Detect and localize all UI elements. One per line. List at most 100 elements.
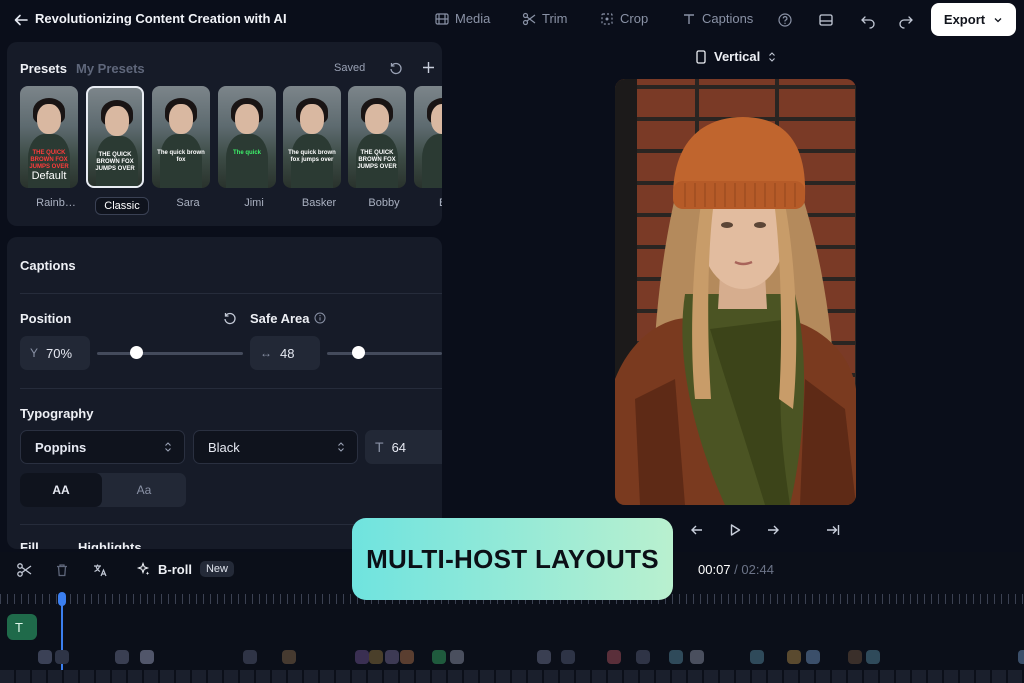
preset-thumbnail[interactable]: THE QUICK BROWN FOX JUMPS OVER [86,86,144,188]
caption-track-label: T [15,619,23,635]
preset-label[interactable]: Jimi [225,197,283,209]
redo-icon[interactable] [897,11,915,29]
previous-icon[interactable] [689,522,705,538]
b-roll-clip-icon[interactable] [282,650,296,664]
preset-thumbnail[interactable] [414,86,442,188]
font-family-select[interactable]: Poppins [20,430,185,464]
add-preset-icon[interactable] [421,60,436,75]
preset-badge: Default [31,170,67,182]
play-icon[interactable] [727,522,743,538]
preset-thumbnail[interactable]: The quick [218,86,276,188]
uppercase-option[interactable]: AA [20,473,102,507]
info-icon[interactable] [314,312,326,324]
preset-thumbnail[interactable]: THE QUICK BROWN FOX JUMPS OVER Default [20,86,78,188]
preset-label[interactable]: Br… [421,197,442,209]
preset-label[interactable]: Rainb… [27,197,85,209]
video-preview[interactable] [615,79,856,505]
preset-caption-sample: The quick brown fox jumps over [288,150,336,163]
b-roll-clip-icon[interactable] [561,650,575,664]
tool-media-button[interactable]: Media [435,11,490,26]
position-slider-knob[interactable] [130,346,144,359]
current-time: 00:07 [698,562,731,577]
safe-area-input[interactable]: ↔ 48 [250,336,320,370]
project-title[interactable]: Revolutionizing Content Creation with AI [35,11,287,26]
b-roll-clip-icon[interactable] [432,650,446,664]
preset-label-text: Br… [439,197,442,209]
b-roll-clip-icon[interactable] [669,650,683,664]
aspect-ratio-label: Vertical [714,49,761,64]
preset-thumbnail[interactable]: The quick brown fox [152,86,210,188]
position-title: Position [20,311,72,326]
preset-label-text: Bobby [368,197,400,209]
position-slider[interactable] [97,352,243,355]
tool-crop-button[interactable]: Crop [600,11,648,26]
b-roll-clip-icon[interactable] [690,650,704,664]
tool-captions-button[interactable]: Captions [682,11,753,26]
tab-my-presets[interactable]: My Presets [76,61,145,76]
next-icon[interactable] [765,522,781,538]
preset-label-text: Rainb… [36,197,76,209]
help-icon[interactable] [776,11,794,29]
skip-to-end-icon[interactable] [825,522,841,538]
preset-thumbnail[interactable]: The quick brown fox jumps over [283,86,341,188]
preset-label[interactable]: Sara [159,197,217,209]
back-arrow-icon[interactable] [12,11,30,29]
phone-icon [696,49,706,64]
titlecase-option[interactable]: Aa [102,473,186,507]
preset-label-text: Classic [95,197,149,215]
b-roll-clip-icon[interactable] [400,650,414,664]
b-roll-clip-icon[interactable] [866,650,880,664]
b-roll-clip-icon[interactable] [607,650,621,664]
b-roll-clip-icon[interactable] [1018,650,1024,664]
b-roll-clip-icon[interactable] [38,650,52,664]
b-roll-clip-icon[interactable] [806,650,820,664]
export-button[interactable]: Export [931,3,1016,36]
chevron-down-icon [994,17,1002,22]
trash-icon[interactable] [54,562,70,578]
playhead-handle[interactable] [58,592,66,606]
b-roll-clip-icon[interactable] [115,650,129,664]
b-roll-clip-icon[interactable] [636,650,650,664]
b-roll-clip-icon[interactable] [55,650,69,664]
b-roll-clip-icon[interactable] [537,650,551,664]
woman-portrait-illustration [615,117,856,505]
safe-area-slider[interactable] [327,352,442,355]
tool-trim-button[interactable]: Trim [522,11,568,26]
new-badge: New [199,561,234,577]
chevron-updown-icon [769,51,776,62]
divider [20,388,442,389]
caption-track-clip[interactable]: T [7,614,37,640]
b-roll-clip-icon[interactable] [140,650,154,664]
face [365,104,389,134]
preset-caption-sample: The quick brown fox [157,150,205,163]
face [431,104,442,134]
layout-icon[interactable] [817,11,835,29]
b-roll-clip-icon[interactable] [385,650,399,664]
reset-icon[interactable] [389,61,403,75]
font-size-input[interactable]: T 64 [365,430,442,464]
video-thumbnail-strip[interactable] [0,670,1024,683]
aspect-ratio-select[interactable]: Vertical [696,49,776,64]
b-roll-clip-icon[interactable] [848,650,862,664]
b-roll-clip-icon[interactable] [787,650,801,664]
preset-thumbnail[interactable]: THE QUICK BROWN FOX JUMPS OVER [348,86,406,188]
b-roll-clip-icon[interactable] [750,650,764,664]
split-scissors-icon[interactable] [16,562,32,578]
safe-area-slider-knob[interactable] [352,346,366,359]
b-roll-clip-icon[interactable] [450,650,464,664]
preset-label[interactable]: Classic [93,197,151,215]
position-y-input[interactable]: Y 70% [20,336,90,370]
tool-crop-label: Crop [620,11,649,26]
reset-position-icon[interactable] [223,311,237,325]
b-roll-clip-icon[interactable] [355,650,369,664]
preset-label[interactable]: Bobby [355,197,413,209]
font-weight-select[interactable]: Black [193,430,358,464]
b-roll-button[interactable]: B-roll New [136,561,234,577]
b-roll-clip-icon[interactable] [369,650,383,664]
translate-icon[interactable] [92,562,108,578]
tab-presets[interactable]: Presets [20,61,67,76]
preset-label[interactable]: Basker [290,197,348,209]
b-roll-clip-icon[interactable] [243,650,257,664]
undo-icon[interactable] [859,11,877,29]
tool-media-label: Media [455,11,491,26]
